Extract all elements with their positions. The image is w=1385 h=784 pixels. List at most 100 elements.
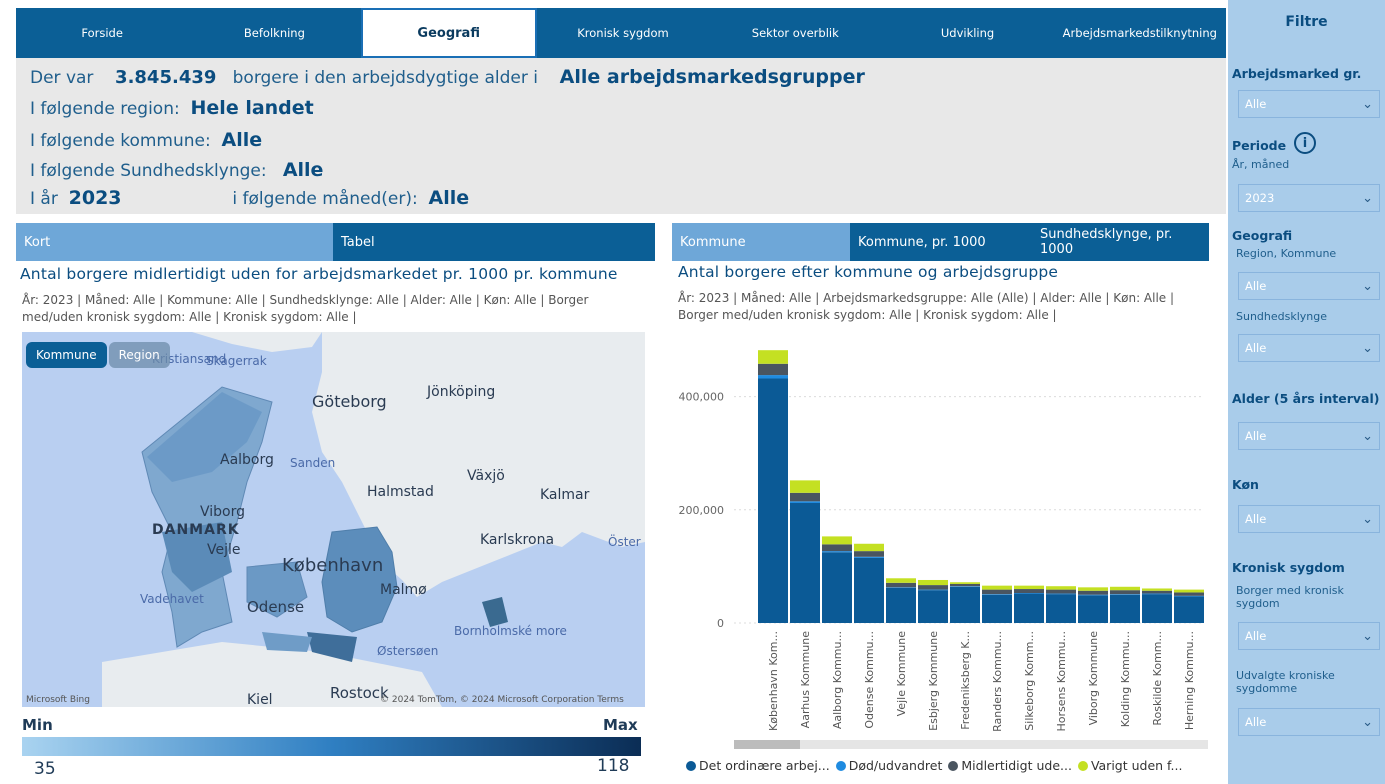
bar-segment[interactable] <box>1078 587 1108 591</box>
bar-segment[interactable] <box>918 579 948 586</box>
bar-segment[interactable] <box>1046 593 1076 595</box>
filter-kronisk-dropdown[interactable]: Alle ⌄ <box>1238 622 1380 650</box>
bar-segment[interactable] <box>950 586 980 623</box>
filter-alder-label: Alder (5 års interval) <box>1232 391 1380 406</box>
bar-segment[interactable] <box>758 375 788 379</box>
bar-segment[interactable] <box>1014 585 1044 590</box>
bar-segment[interactable] <box>758 363 788 376</box>
bar-segment[interactable] <box>1046 594 1076 623</box>
bar-segment[interactable] <box>1174 589 1204 593</box>
tab-kommune[interactable]: Kommune <box>672 223 850 261</box>
bar-segment[interactable] <box>982 589 1012 595</box>
tab-sektor-overblik[interactable]: Sektor overblik <box>709 8 881 58</box>
bar-segment[interactable] <box>1174 595 1204 597</box>
x-tick-label: Esbjerg Kommune <box>927 631 940 731</box>
filter-geografi-dropdown[interactable]: Alle ⌄ <box>1238 272 1380 300</box>
filter-udvalgte-dropdown[interactable]: Alle ⌄ <box>1238 708 1380 736</box>
legend-item[interactable]: Død/udvandret <box>835 758 943 773</box>
bar-segment[interactable] <box>886 582 916 588</box>
bar-segment[interactable] <box>1110 594 1140 623</box>
bar-segment[interactable] <box>854 551 884 557</box>
legend-label: Død/udvandret <box>848 758 943 773</box>
tab-forside[interactable]: Forside <box>16 8 188 58</box>
legend-item[interactable]: Midlertidigt ude... <box>948 758 1072 773</box>
legend-item[interactable]: Varigt uden f... <box>1077 758 1182 773</box>
map-label-karlskrona: Karlskrona <box>480 532 555 548</box>
bar-segment[interactable] <box>1174 592 1204 596</box>
tab-befolkning[interactable]: Befolkning <box>188 8 360 58</box>
chart-scrollbar-track[interactable] <box>734 740 1208 749</box>
bar-segment[interactable] <box>1142 593 1172 595</box>
bar-segment[interactable] <box>822 536 852 545</box>
bar-segment[interactable] <box>1014 593 1044 623</box>
bar-segment[interactable] <box>1014 593 1044 594</box>
bar-segment[interactable] <box>886 578 916 583</box>
bar-segment[interactable] <box>1142 594 1172 623</box>
bar-segment[interactable] <box>1142 590 1172 594</box>
bar-segment[interactable] <box>1174 596 1204 623</box>
bar-segment[interactable] <box>790 501 820 504</box>
chart-scrollbar-thumb[interactable] <box>734 740 800 749</box>
bar-segment[interactable] <box>982 585 1012 590</box>
bar-segment[interactable] <box>918 585 948 590</box>
bar-segment[interactable] <box>1046 586 1076 590</box>
tab-udvikling[interactable]: Udvikling <box>881 8 1053 58</box>
bar-segment[interactable] <box>918 589 948 591</box>
bar-segment[interactable] <box>854 557 884 623</box>
bar-segment[interactable] <box>1078 594 1108 596</box>
filter-sundhed-dropdown[interactable]: Alle ⌄ <box>1238 334 1380 362</box>
bar-segment[interactable] <box>822 552 852 623</box>
bar-segment[interactable] <box>758 378 788 623</box>
tab-arbejdsmarkedstilknytning[interactable]: Arbejdsmarkedstilknytning <box>1054 8 1226 58</box>
bar-segment[interactable] <box>950 582 980 584</box>
bar-segment[interactable] <box>822 544 852 552</box>
filter-kon-dropdown[interactable]: Alle ⌄ <box>1238 505 1380 533</box>
year-prefix: I år <box>30 189 58 209</box>
bar-segment[interactable] <box>854 543 884 552</box>
tab-kommune-pr-1000[interactable]: Kommune, pr. 1000 <box>850 223 1032 261</box>
bar-segment[interactable] <box>1110 586 1140 591</box>
summary-line-4: I følgende Sundhedsklynge: Alle <box>30 159 323 181</box>
chevron-down-icon: ⌄ <box>1362 511 1373 527</box>
choropleth-map[interactable]: Kommune Region Kristiansand Skagerrak Gö… <box>22 332 645 707</box>
bar-segment[interactable] <box>950 586 980 587</box>
bar-segment[interactable] <box>886 587 916 588</box>
bar-segment[interactable] <box>822 551 852 553</box>
tab-sundhedsklynge-pr-1000[interactable]: Sundhedsklynge, pr. 1000 <box>1032 223 1209 261</box>
stacked-bar-chart: 0 200,000 400,000 København Kom... Aarhus Ko… <box>672 330 1212 740</box>
filter-alder-dropdown[interactable]: Alle ⌄ <box>1238 422 1380 450</box>
legend-item[interactable]: Det ordinære arbej... <box>686 758 830 773</box>
map-region-button[interactable]: Region <box>108 342 170 368</box>
map-label-halmstad: Halmstad <box>367 484 434 500</box>
bar-segment[interactable] <box>1014 589 1044 594</box>
bar-segment[interactable] <box>1110 594 1140 595</box>
bar-segment[interactable] <box>790 503 820 623</box>
bar-segment[interactable] <box>854 556 884 558</box>
bar-segment[interactable] <box>790 492 820 502</box>
map-attribution-copyright: © 2024 TomTom, © 2024 Microsoft Corporat… <box>380 695 624 705</box>
map-label-malmo: Malmø <box>380 582 427 598</box>
info-icon[interactable]: i <box>1294 132 1316 154</box>
bar-segment[interactable] <box>790 480 820 493</box>
bar-segment[interactable] <box>950 583 980 587</box>
bar-segment[interactable] <box>1142 588 1172 591</box>
bar-segment[interactable] <box>758 350 788 364</box>
map-canvas <box>22 332 645 707</box>
map-kommune-button[interactable]: Kommune <box>26 342 107 368</box>
filter-sundhed-value: Alle <box>1245 341 1267 355</box>
bar-segment[interactable] <box>982 594 1012 623</box>
filter-arbejdsmarked-dropdown[interactable]: Alle ⌄ <box>1238 90 1380 118</box>
bar-segment[interactable] <box>1046 589 1076 594</box>
bar-segment[interactable] <box>918 590 948 623</box>
bar-segment[interactable] <box>886 587 916 623</box>
bar-segment[interactable] <box>1078 595 1108 623</box>
tab-tabel[interactable]: Tabel <box>333 223 655 261</box>
map-label-ostersoen: Østersøen <box>377 644 439 658</box>
tab-kort[interactable]: Kort <box>16 223 333 261</box>
filter-periode-dropdown[interactable]: 2023 ⌄ <box>1238 184 1380 212</box>
tab-geografi[interactable]: Geografi <box>360 8 537 58</box>
bar-segment[interactable] <box>1110 590 1140 595</box>
tab-kronisk-sygdom[interactable]: Kronisk sygdom <box>537 8 709 58</box>
bar-segment[interactable] <box>982 594 1012 595</box>
bar-segment[interactable] <box>1078 590 1108 595</box>
